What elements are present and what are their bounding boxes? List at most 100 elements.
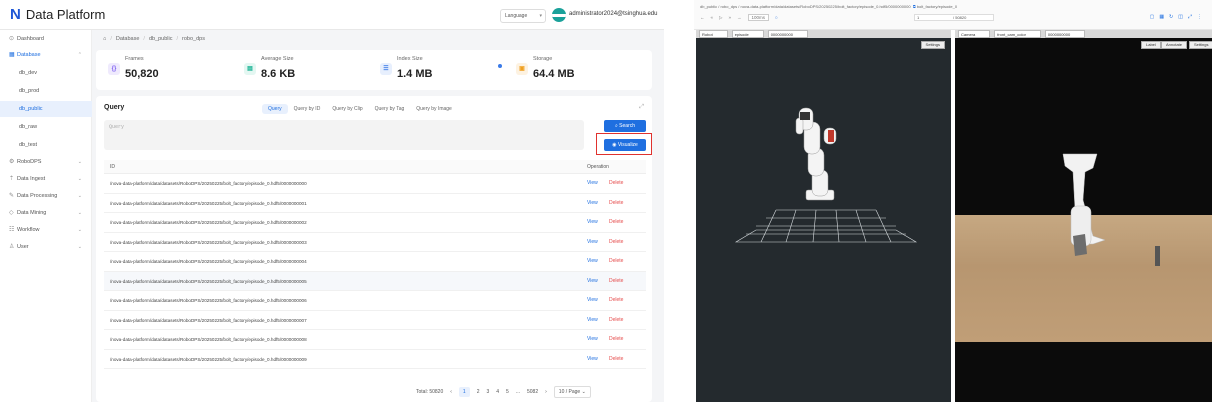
sidebar-item-data-ingest[interactable]: ⇡ Data Ingest ⌄ xyxy=(0,171,92,187)
stat-average-size: ▤ Average Size 8.6 KB xyxy=(244,56,374,86)
delete-link[interactable]: Delete xyxy=(609,350,623,369)
breadcrumb-item[interactable]: db_public xyxy=(149,36,173,42)
page-3[interactable]: 3 xyxy=(486,389,489,395)
query-input[interactable]: Query xyxy=(104,120,584,150)
table-row[interactable]: /nova-data-platform/data/datasets/RoboDP… xyxy=(104,213,646,233)
prev-page-icon[interactable]: ‹ xyxy=(450,389,452,395)
menu-icon[interactable]: ⋮ xyxy=(1197,14,1202,20)
sidebar-item-db-test[interactable]: db_test xyxy=(0,137,92,153)
copy-icon[interactable]: ⧉ xyxy=(913,4,916,9)
sidebar-item-workflow[interactable]: ☷ Workflow ⌄ xyxy=(0,222,92,238)
table-row[interactable]: /nova-data-platform/data/datasets/RoboDP… xyxy=(104,194,646,213)
delete-link[interactable]: Delete xyxy=(609,291,623,310)
view-link[interactable]: View xyxy=(587,272,598,291)
sidebar-item-data-mining[interactable]: ◇ Data Mining ⌄ xyxy=(0,205,92,221)
back-icon[interactable]: ← xyxy=(700,15,705,20)
page-4[interactable]: 4 xyxy=(496,389,499,395)
tab-query-by-id[interactable]: Query by ID xyxy=(288,104,327,114)
skip-forward-icon[interactable]: » xyxy=(728,15,731,20)
camera-view[interactable]: Camera front_cam_color 0000000000 Label … xyxy=(955,30,1212,402)
tab-query-by-tag[interactable]: Query by Tag xyxy=(369,104,411,114)
avatar[interactable] xyxy=(552,8,566,22)
delete-link[interactable]: Delete xyxy=(609,311,623,330)
next-page-icon[interactable]: › xyxy=(545,389,547,395)
page-5[interactable]: 5 xyxy=(506,389,509,395)
view-link[interactable]: View xyxy=(587,194,598,213)
home-icon[interactable]: ⌂ xyxy=(103,36,106,42)
sidebar-item-data-processing[interactable]: ✎ Data Processing ⌄ xyxy=(0,188,92,204)
delete-link[interactable]: Delete xyxy=(609,330,623,349)
sidebar-item-db-dev[interactable]: db_dev xyxy=(0,65,92,81)
page-last[interactable]: 5082 xyxy=(527,389,538,395)
breadcrumb-item[interactable]: Database xyxy=(116,36,140,42)
table-row[interactable]: /nova-data-platform/data/datasets/RoboDP… xyxy=(104,252,646,272)
delete-link[interactable]: Delete xyxy=(609,194,623,213)
results-table: /nova-data-platform/data/datasets/RoboDP… xyxy=(104,174,646,369)
table-row[interactable]: /nova-data-platform/data/datasets/RoboDP… xyxy=(104,291,646,311)
delete-link[interactable]: Delete xyxy=(609,252,623,271)
camera-icon[interactable]: ◫ xyxy=(1178,14,1183,20)
user-email[interactable]: administrator2024@tsinghua.edu xyxy=(569,11,657,17)
brand-logo[interactable]: N Data Platform xyxy=(10,7,105,22)
expand-icon[interactable]: ⤢ xyxy=(639,104,644,111)
pagination: Total: 50820 ‹ 1 2 3 4 5 ... 5082 › 10 /… xyxy=(416,386,591,398)
forward-icon[interactable]: → xyxy=(737,15,742,20)
sidebar-item-database[interactable]: ▦ Database ⌃ xyxy=(0,47,92,63)
tab-query-by-image[interactable]: Query by Image xyxy=(410,104,458,114)
tab-query[interactable]: Query xyxy=(262,104,288,114)
table-row[interactable]: /nova-data-platform/data/datasets/RoboDP… xyxy=(104,233,646,252)
language-select[interactable]: Language ▾ xyxy=(500,9,546,23)
refresh-icon[interactable]: ↻ xyxy=(1169,14,1173,20)
breadcrumb: ⌂ / Database / db_public / robo_dps xyxy=(103,36,205,42)
delete-link[interactable]: Delete xyxy=(609,272,623,291)
table-row[interactable]: /nova-data-platform/data/datasets/RoboDP… xyxy=(104,271,646,291)
table-row[interactable]: /nova-data-platform/data/datasets/RoboDP… xyxy=(104,350,646,369)
view-link[interactable]: View xyxy=(587,233,598,252)
view-link[interactable]: View xyxy=(587,291,598,310)
page-2[interactable]: 2 xyxy=(477,389,480,395)
view-link[interactable]: View xyxy=(587,252,598,271)
robot-3d-view[interactable]: Robot episode 0000000000 Settings xyxy=(696,30,951,402)
sidebar-item-db-prod[interactable]: db_prod xyxy=(0,83,92,99)
page-ellipsis[interactable]: ... xyxy=(516,389,520,395)
delete-link[interactable]: Delete xyxy=(609,233,623,252)
page-size-select[interactable]: 10 / Page ⌄ xyxy=(553,386,591,398)
chevron-down-icon: ⌄ xyxy=(77,159,82,165)
mining-icon: ◇ xyxy=(9,210,14,216)
sidebar-item-dashboard[interactable]: ⊙ Dashboard xyxy=(0,31,92,47)
chevron-down-icon: ⌄ xyxy=(77,227,82,233)
delete-link[interactable]: Delete xyxy=(609,213,623,232)
sidebar-item-db-public[interactable]: db_public xyxy=(0,101,92,117)
play-icon[interactable]: ▷ xyxy=(719,15,722,21)
table-row[interactable]: /nova-data-platform/data/datasets/RoboDP… xyxy=(104,174,646,194)
visualize-button[interactable]: ◉ Visualize xyxy=(604,139,646,151)
view-link[interactable]: View xyxy=(587,311,598,330)
stats-bar: {} Frames 50,820 ▤ Average Size 8.6 KB ☰… xyxy=(96,50,652,90)
tab-query-by-clip[interactable]: Query by Clip xyxy=(326,104,368,114)
view-link[interactable]: View xyxy=(587,350,598,369)
storage-icon: ▣ xyxy=(516,63,528,75)
search-button[interactable]: ⌕ Search xyxy=(604,120,646,132)
view-link[interactable]: View xyxy=(587,330,598,349)
sidebar-item-robodps[interactable]: ⚙ RoboDPS ⌄ xyxy=(0,154,92,170)
data-platform-app: N Data Platform Language ▾ administrator… xyxy=(0,0,664,402)
timeline-handle-icon[interactable]: ○ xyxy=(775,15,778,20)
grid-icon[interactable]: ▦ xyxy=(1159,14,1164,20)
logo-icon: N xyxy=(10,6,21,23)
query-tabs: Query Query by ID Query by Clip Query by… xyxy=(262,104,458,114)
skip-back-icon[interactable]: « xyxy=(711,15,714,20)
sidebar-item-db-raw[interactable]: db_raw xyxy=(0,119,92,135)
table-row[interactable]: /nova-data-platform/data/datasets/RoboDP… xyxy=(104,330,646,350)
chevron-up-icon: ⌃ xyxy=(77,52,82,58)
wrench-icon: ✎ xyxy=(9,193,15,199)
speed-select[interactable]: 100ms xyxy=(747,14,770,21)
sidebar-item-user[interactable]: ♙ User ⌄ xyxy=(0,239,92,255)
table-row[interactable]: /nova-data-platform/data/datasets/RoboDP… xyxy=(104,311,646,330)
view-link[interactable]: View xyxy=(587,174,598,193)
delete-link[interactable]: Delete xyxy=(609,174,623,193)
fullscreen-icon[interactable]: ⤢ xyxy=(1188,14,1192,20)
layout-icon[interactable]: ▢ xyxy=(1150,14,1155,20)
top-bar: N Data Platform Language ▾ administrator… xyxy=(0,0,664,30)
page-1[interactable]: 1 xyxy=(458,387,470,397)
view-link[interactable]: View xyxy=(587,213,598,232)
